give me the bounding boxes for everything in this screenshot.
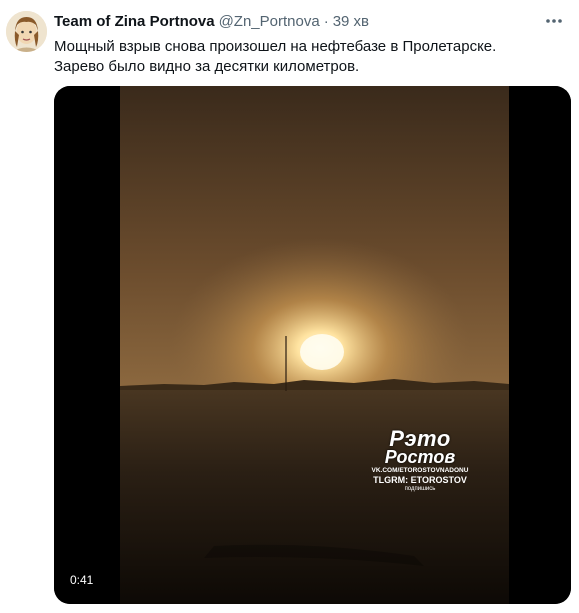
more-horizontal-icon — [546, 19, 562, 23]
watermark-vk: VK.COM/ETOROSTOVNADONU — [371, 467, 469, 474]
more-options-button[interactable] — [540, 10, 568, 32]
author-handle[interactable]: @Zn_Portnova — [219, 13, 320, 30]
avatar-image — [6, 11, 47, 52]
avatar[interactable] — [6, 11, 47, 52]
tweet-time[interactable]: 39 хв — [333, 13, 369, 30]
separator-dot: · — [323, 13, 329, 30]
tweet-text-line: Зарево было видно за десятки километров. — [54, 58, 360, 75]
watermark-subscribe: подпишись — [404, 485, 436, 492]
tweet-header: Team of Zina Portnova @Zn_Portnova · 39 … — [54, 13, 369, 33]
watermark-badge: Рэто Ростов VK.COM/ETOROSTOVNADONU TLGRM… — [365, 428, 475, 492]
watermark-tg: TLGRM: ETOROSTOV — [373, 474, 467, 485]
video-duration: 0:41 — [70, 573, 94, 587]
watermark-logo-line2: Ростов — [384, 447, 456, 467]
author-name[interactable]: Team of Zina Portnova — [54, 13, 215, 30]
tweet-text-line: Мощный взрыв снова произошел на нефтебаз… — [54, 38, 497, 55]
video-player[interactable] — [54, 86, 571, 604]
video-frame — [54, 86, 571, 604]
tweet-text: Мощный взрыв снова произошел на нефтебаз… — [54, 37, 569, 77]
